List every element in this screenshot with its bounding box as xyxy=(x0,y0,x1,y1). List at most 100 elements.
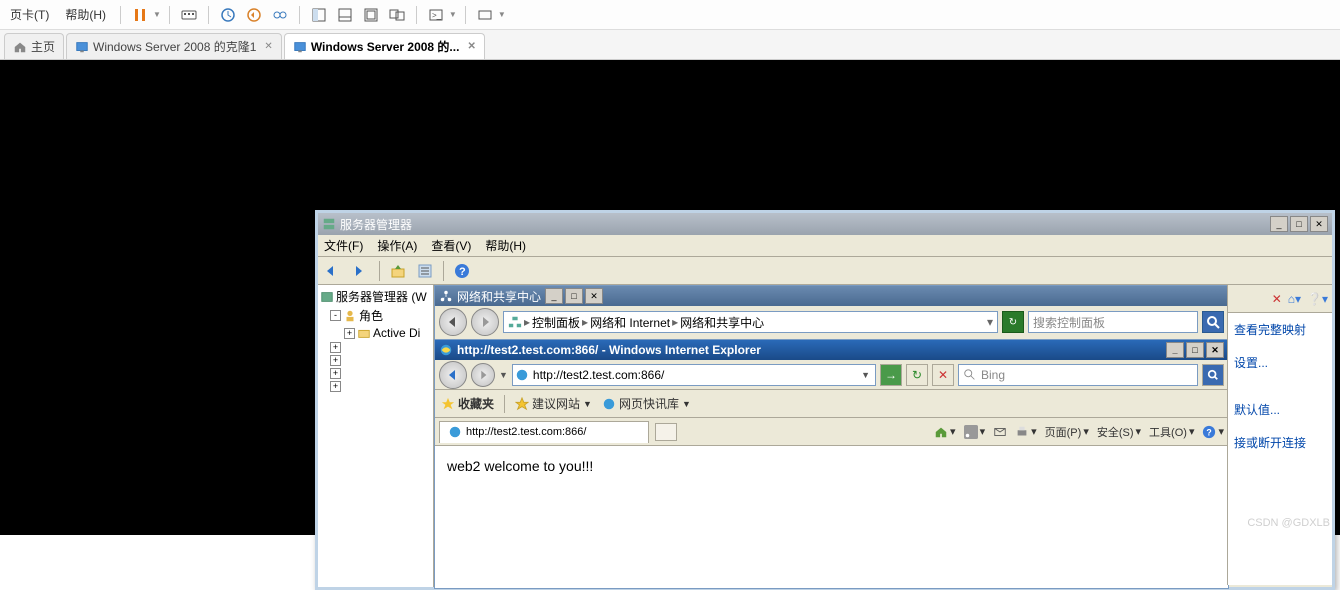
pause-icon[interactable] xyxy=(129,4,151,26)
mail-button[interactable] xyxy=(993,425,1007,439)
dropdown-icon[interactable]: ▼ xyxy=(449,10,457,19)
menu-help[interactable]: 帮助(H) xyxy=(59,2,112,27)
search-button[interactable] xyxy=(1202,311,1224,333)
expand-icon[interactable]: + xyxy=(330,368,341,379)
expand-icon[interactable]: + xyxy=(344,328,355,339)
close-button[interactable]: ✕ xyxy=(585,288,603,304)
back-button[interactable] xyxy=(439,308,467,336)
close-icon[interactable]: ✕ xyxy=(467,41,475,52)
stop-button[interactable]: ✕ xyxy=(932,364,954,386)
dropdown-icon[interactable]: ▾ xyxy=(987,315,993,329)
up-button[interactable] xyxy=(386,260,410,282)
back-button[interactable] xyxy=(439,361,467,389)
send-ctrl-alt-del-icon[interactable] xyxy=(178,4,200,26)
page-menu[interactable]: 页面(P) ▾ xyxy=(1045,424,1089,440)
tree-root[interactable]: 服务器管理器 (W xyxy=(320,287,431,306)
bc-item[interactable]: 网络和共享中心 xyxy=(680,314,764,331)
menu-view[interactable]: 查看(V) xyxy=(431,237,471,254)
menu-file[interactable]: 文件(F) xyxy=(324,237,363,254)
tree-node[interactable]: + xyxy=(320,380,431,393)
unity-icon[interactable] xyxy=(386,4,408,26)
home-icon[interactable]: ⌂▾ xyxy=(1288,292,1301,306)
titlebar[interactable]: 网络和共享中心 _ □ ✕ xyxy=(435,286,1228,306)
forward-button[interactable] xyxy=(349,260,373,282)
snapshot-manager-icon[interactable] xyxy=(269,4,291,26)
browser-tab[interactable]: http://test2.test.com:866/ xyxy=(439,421,649,443)
stretch-icon[interactable] xyxy=(474,4,496,26)
maximize-button[interactable]: □ xyxy=(1186,342,1204,358)
favorites-button[interactable]: 收藏夹 xyxy=(441,395,494,412)
forward-button[interactable] xyxy=(471,308,499,336)
home-button[interactable]: ▾ xyxy=(934,425,956,439)
collapse-icon[interactable]: - xyxy=(330,310,341,321)
bc-item[interactable]: 控制面板 xyxy=(532,314,580,331)
link-connect[interactable]: 接或断开连接 xyxy=(1228,426,1332,459)
bc-item[interactable]: 网络和 Internet xyxy=(590,314,670,331)
fullscreen-icon[interactable] xyxy=(360,4,382,26)
search-box[interactable]: Bing xyxy=(958,364,1198,386)
dropdown-icon[interactable]: ▼ xyxy=(153,10,161,19)
tree-activedir[interactable]: + Active Di xyxy=(320,325,431,341)
tree-node[interactable]: + xyxy=(320,341,431,354)
dropdown-icon[interactable]: ▼ xyxy=(498,10,506,19)
dropdown-icon[interactable]: ▼ xyxy=(858,370,873,380)
new-tab-button[interactable] xyxy=(655,423,677,441)
vm-console[interactable]: 服务器管理器 _ □ ✕ 文件(F) 操作(A) 查看(V) 帮助(H) ? xyxy=(0,60,1340,535)
revert-snapshot-icon[interactable] xyxy=(243,4,265,26)
tab-home[interactable]: 主页 xyxy=(4,33,64,59)
titlebar[interactable]: 服务器管理器 _ □ ✕ xyxy=(318,213,1332,235)
help-button[interactable]: ?▾ xyxy=(1202,425,1224,439)
go-button[interactable]: → xyxy=(880,364,902,386)
console-icon[interactable]: >_ xyxy=(425,4,447,26)
stop-icon[interactable]: ✕ xyxy=(1272,292,1282,306)
maximize-button[interactable]: □ xyxy=(565,288,583,304)
url-input[interactable] xyxy=(533,368,854,382)
web-slices[interactable]: 网页快讯库 ▼ xyxy=(602,395,691,412)
close-button[interactable]: ✕ xyxy=(1206,342,1224,358)
address-bar[interactable]: ▼ xyxy=(512,364,876,386)
minimize-button[interactable]: _ xyxy=(545,288,563,304)
help-button[interactable]: ? xyxy=(450,260,474,282)
search-input[interactable]: 搜索控制面板 xyxy=(1028,311,1198,333)
print-button[interactable]: ▾ xyxy=(1015,425,1037,439)
close-icon[interactable]: ✕ xyxy=(264,41,272,52)
tree-panel[interactable]: 服务器管理器 (W - 角色 + Active Di + + + + xyxy=(318,285,434,587)
feeds-button[interactable]: ▾ xyxy=(964,425,986,439)
refresh-button[interactable]: ↻ xyxy=(1002,311,1024,333)
tree-roles[interactable]: - 角色 xyxy=(320,306,431,325)
properties-button[interactable] xyxy=(413,260,437,282)
refresh-button[interactable]: ↻ xyxy=(906,364,928,386)
titlebar[interactable]: http://test2.test.com:866/ - Windows Int… xyxy=(435,340,1228,360)
help-icon[interactable]: ❔▾ xyxy=(1307,292,1328,306)
tree-node[interactable]: + xyxy=(320,367,431,380)
tab-vm-active[interactable]: Windows Server 2008 的... ✕ xyxy=(284,33,485,59)
tools-menu[interactable]: 工具(O) ▾ xyxy=(1149,424,1194,440)
menu-action[interactable]: 操作(A) xyxy=(377,237,417,254)
maximize-button[interactable]: □ xyxy=(1290,216,1308,232)
expand-icon[interactable]: + xyxy=(330,355,341,366)
safety-menu[interactable]: 安全(S) ▾ xyxy=(1097,424,1141,440)
tree-node[interactable]: + xyxy=(320,354,431,367)
menu-help[interactable]: 帮助(H) xyxy=(485,237,526,254)
link-full-map[interactable]: 查看完整映射 xyxy=(1228,313,1332,346)
search-placeholder: Bing xyxy=(981,368,1005,382)
forward-button[interactable] xyxy=(471,363,495,387)
view-single-icon[interactable] xyxy=(308,4,330,26)
back-button[interactable] xyxy=(322,260,346,282)
breadcrumb[interactable]: ▸ 控制面板 ▸ 网络和 Internet ▸ 网络和共享中心 ▾ xyxy=(503,311,998,333)
snapshot-icon[interactable] xyxy=(217,4,239,26)
link-settings[interactable]: 设置... xyxy=(1228,346,1332,379)
menu-tab[interactable]: 页卡(T) xyxy=(4,2,55,27)
suggested-sites[interactable]: 建议网站 ▼ xyxy=(515,395,592,412)
close-button[interactable]: ✕ xyxy=(1310,216,1328,232)
expand-icon[interactable]: + xyxy=(330,381,341,392)
link-defaults[interactable]: 默认值... xyxy=(1228,393,1332,426)
search-go-button[interactable] xyxy=(1202,364,1224,386)
expand-icon[interactable]: + xyxy=(330,342,341,353)
minimize-button[interactable]: _ xyxy=(1270,216,1288,232)
nav-bar: ▼ ▼ → ↻ ✕ Bing xyxy=(435,360,1228,390)
minimize-button[interactable]: _ xyxy=(1166,342,1184,358)
tab-vm-clone1[interactable]: Windows Server 2008 的克隆1 ✕ xyxy=(66,33,282,59)
view-split-icon[interactable] xyxy=(334,4,356,26)
history-dropdown[interactable]: ▼ xyxy=(499,370,508,380)
